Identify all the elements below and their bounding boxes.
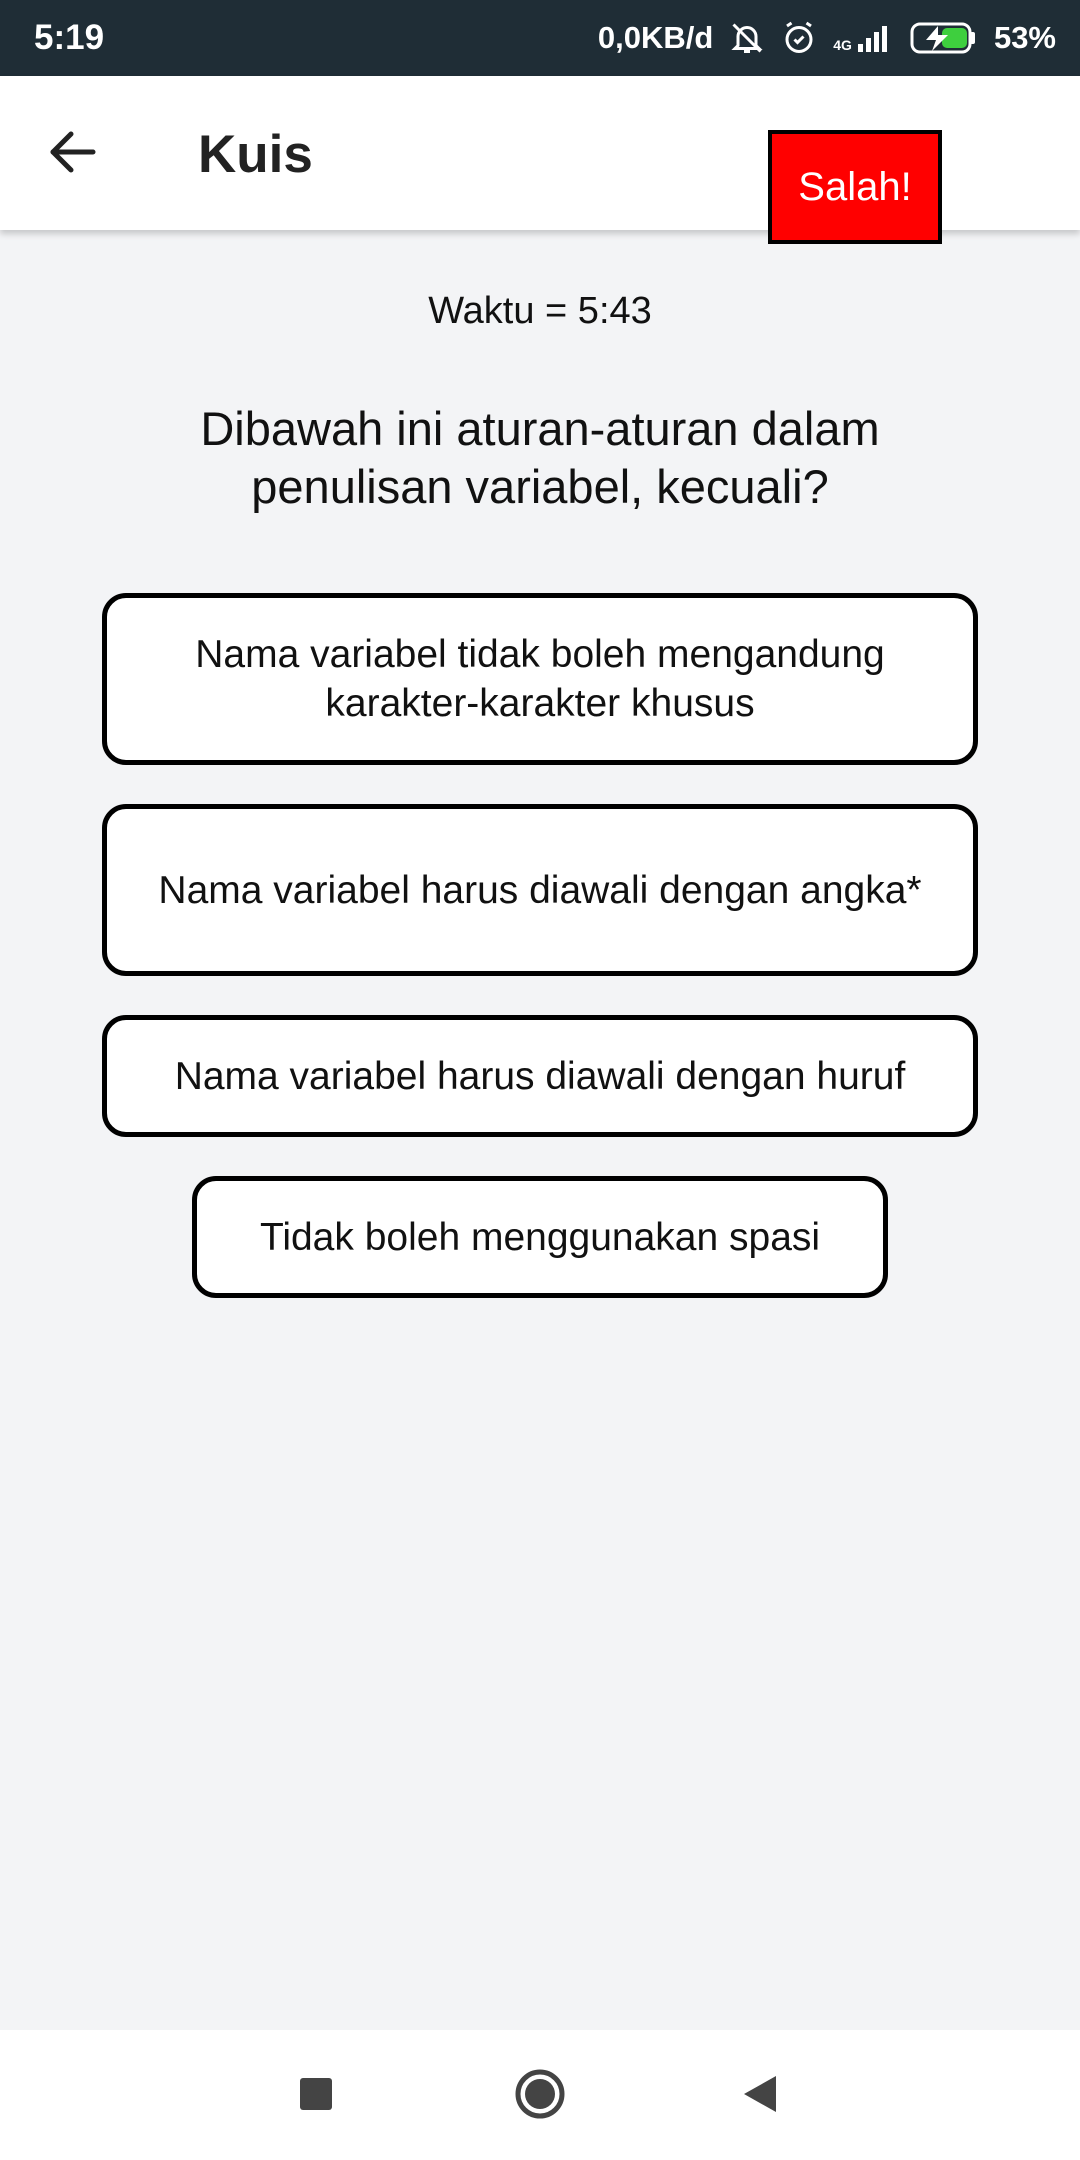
page-title: Kuis bbox=[198, 125, 313, 184]
home-circle-icon bbox=[514, 2068, 566, 2125]
back-triangle-icon bbox=[742, 2074, 778, 2119]
quiz-timer: Waktu = 5:43 bbox=[428, 290, 652, 332]
signal-icon: 4G bbox=[833, 24, 892, 52]
network-speed: 0,0KB/d bbox=[597, 20, 714, 55]
system-nav-bar bbox=[0, 2030, 1080, 2160]
system-back-button[interactable] bbox=[724, 2060, 796, 2132]
recents-square-icon bbox=[298, 2076, 334, 2117]
battery-charging-icon bbox=[908, 21, 978, 55]
recents-button[interactable] bbox=[280, 2060, 352, 2132]
arrow-left-icon bbox=[47, 130, 97, 179]
result-toast: Salah! bbox=[768, 130, 942, 244]
quiz-question: Dibawah ini aturan-aturan dalam penulisa… bbox=[200, 402, 880, 513]
back-button[interactable] bbox=[34, 116, 110, 192]
battery-percent: 53% bbox=[993, 20, 1056, 55]
answer-option-1[interactable]: Nama variabel tidak boleh mengandung kar… bbox=[102, 593, 978, 765]
answer-option-label: Tidak boleh menggunakan spasi bbox=[259, 1215, 821, 1259]
answer-option-label: Nama variabel tidak boleh mengandung kar… bbox=[195, 633, 885, 725]
status-time: 5:19 bbox=[34, 18, 105, 57]
answer-option-3[interactable]: Nama variabel harus diawali dengan huruf bbox=[102, 1015, 978, 1137]
answer-option-2[interactable]: Nama variabel harus diawali dengan angka… bbox=[102, 804, 978, 976]
answer-option-label: Nama variabel harus diawali dengan angka… bbox=[158, 868, 922, 912]
home-button[interactable] bbox=[504, 2060, 576, 2132]
answer-option-label: Nama variabel harus diawali dengan huruf bbox=[174, 1054, 906, 1098]
status-indicators: 0,0KB/d 4G 53% bbox=[598, 0, 1056, 76]
alarm-icon bbox=[781, 20, 817, 56]
status-bar: 5:19 0,0KB/d 4G 53% bbox=[0, 0, 1080, 76]
network-type: 4G bbox=[833, 37, 852, 53]
answer-option-4[interactable]: Tidak boleh menggunakan spasi bbox=[192, 1176, 888, 1298]
bell-off-icon bbox=[729, 20, 765, 56]
